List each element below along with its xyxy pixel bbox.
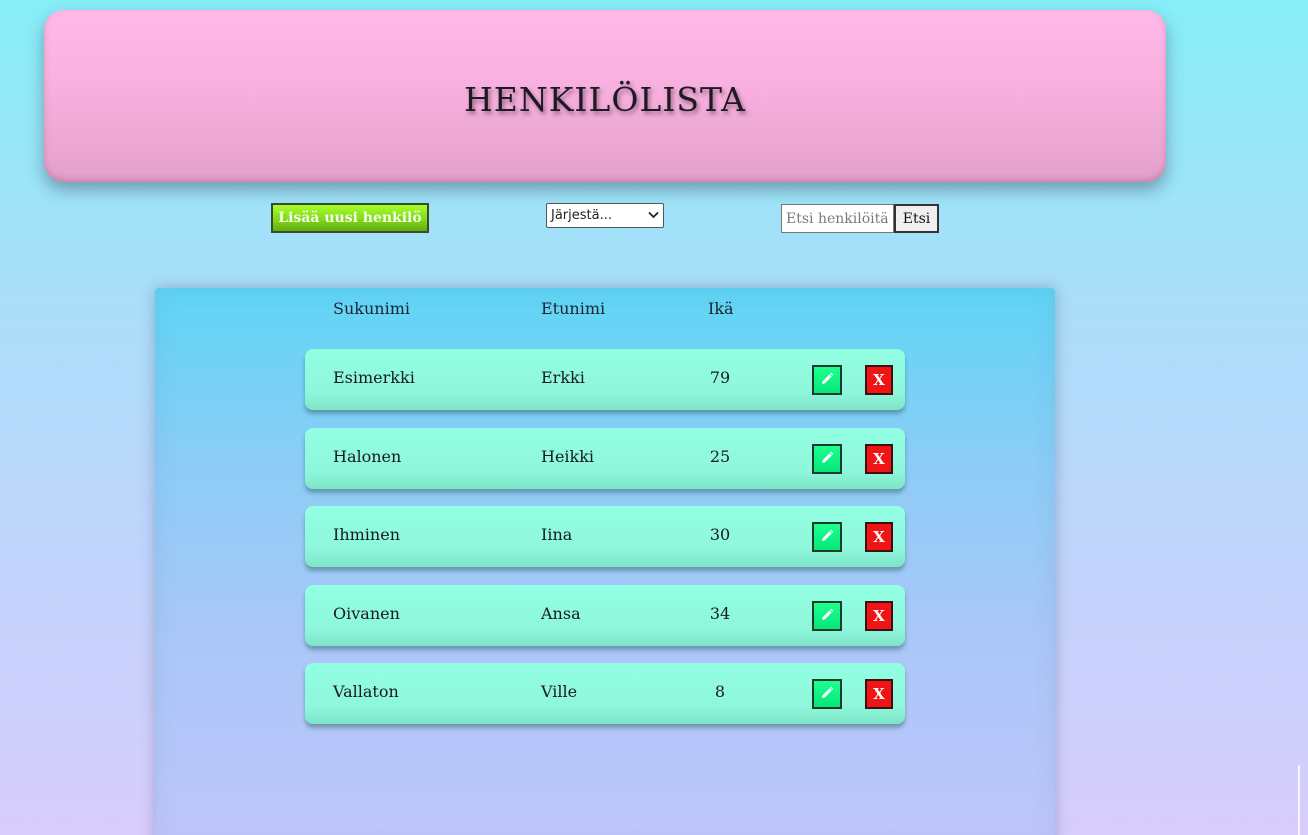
person-row: Esimerkki Erkki 79 X: [305, 349, 905, 410]
person-row: Vallaton Ville 8 X: [305, 663, 905, 724]
page-title: HENKILÖLISTA: [464, 80, 746, 119]
firstname-cell: Erkki: [541, 368, 585, 387]
window-edge-divider: [1298, 765, 1300, 835]
sort-select-value: Järjestä...: [551, 208, 612, 223]
pencil-icon: [819, 607, 835, 626]
age-cell: 30: [709, 525, 731, 544]
column-header-surname: Sukunimi: [333, 299, 410, 318]
age-cell: 8: [714, 682, 726, 701]
search-input[interactable]: [781, 204, 894, 233]
edit-button[interactable]: [812, 522, 842, 552]
surname-cell: Esimerkki: [333, 368, 415, 387]
person-row: Halonen Heikki 25 X: [305, 428, 905, 489]
edit-button[interactable]: [812, 679, 842, 709]
firstname-cell: Iina: [541, 525, 573, 544]
surname-cell: Vallaton: [333, 682, 399, 701]
age-cell: 25: [709, 447, 731, 466]
edit-button[interactable]: [812, 601, 842, 631]
surname-cell: Halonen: [333, 447, 402, 466]
firstname-cell: Ansa: [541, 604, 581, 623]
delete-button[interactable]: X: [865, 365, 893, 395]
surname-cell: Ihminen: [333, 525, 400, 544]
surname-cell: Oivanen: [333, 604, 400, 623]
delete-button[interactable]: X: [865, 444, 893, 474]
page-header: HENKILÖLISTA: [44, 10, 1166, 182]
search-button[interactable]: Etsi: [894, 204, 939, 233]
add-person-button[interactable]: Lisää uusi henkilö: [271, 203, 429, 233]
person-row: Oivanen Ansa 34 X: [305, 585, 905, 646]
firstname-cell: Heikki: [541, 447, 595, 466]
pencil-icon: [819, 371, 835, 390]
column-header-age: Ikä: [708, 299, 734, 318]
delete-button[interactable]: X: [865, 679, 893, 709]
chevron-down-icon: [648, 209, 659, 222]
person-row: Ihminen Iina 30 X: [305, 506, 905, 567]
firstname-cell: Ville: [541, 682, 578, 701]
age-cell: 79: [709, 368, 731, 387]
pencil-icon: [819, 528, 835, 547]
age-cell: 34: [709, 604, 731, 623]
sort-select[interactable]: Järjestä...: [546, 203, 664, 228]
edit-button[interactable]: [812, 365, 842, 395]
edit-button[interactable]: [812, 444, 842, 474]
delete-button[interactable]: X: [865, 522, 893, 552]
column-header-firstname: Etunimi: [541, 299, 606, 318]
pencil-icon: [819, 685, 835, 704]
delete-button[interactable]: X: [865, 601, 893, 631]
pencil-icon: [819, 450, 835, 469]
